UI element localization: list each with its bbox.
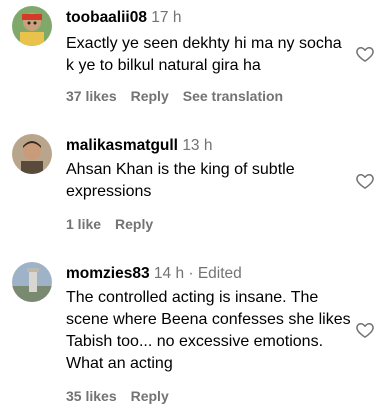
avatar[interactable] bbox=[12, 134, 52, 174]
see-translation-button[interactable]: See translation bbox=[183, 88, 283, 104]
likes-count[interactable]: 1 like bbox=[66, 216, 101, 232]
comment-actions: 37 likes Reply See translation bbox=[66, 87, 297, 105]
heart-outline-icon[interactable] bbox=[355, 44, 375, 64]
comment-time: 13 h bbox=[182, 137, 213, 154]
comment-username[interactable]: momzies83 bbox=[66, 265, 150, 282]
comment-text: Exactly ye seen dekhty hi ma ny socha k … bbox=[66, 35, 342, 74]
reply-button[interactable]: Reply bbox=[115, 216, 153, 232]
avatar[interactable] bbox=[12, 6, 52, 46]
comment-header: toobaalii08 17 h bbox=[66, 8, 181, 28]
comment-time: 17 h bbox=[151, 9, 182, 26]
likes-count[interactable]: 37 likes bbox=[66, 88, 117, 104]
avatar[interactable] bbox=[12, 262, 52, 302]
comment-text: The controlled acting is insane. The sce… bbox=[66, 289, 351, 372]
comment-actions: 35 likes Reply bbox=[66, 387, 183, 405]
comment-username[interactable]: malikasmatgull bbox=[66, 137, 178, 154]
edited-label: · Edited bbox=[188, 265, 242, 282]
heart-outline-icon[interactable] bbox=[355, 171, 375, 191]
likes-count[interactable]: 35 likes bbox=[66, 388, 117, 404]
reply-button[interactable]: Reply bbox=[131, 88, 169, 104]
comment-time: 14 h bbox=[153, 265, 185, 282]
comment-header: malikasmatgull 13 h bbox=[66, 136, 212, 156]
comment-item: momzies83 14 h · Edited The controlled a… bbox=[0, 256, 391, 410]
comment-text: Ahsan Khan is the king of subtle express… bbox=[66, 161, 295, 200]
comment-header: momzies83 14 h · Edited bbox=[66, 264, 242, 284]
comment-username[interactable]: toobaalii08 bbox=[66, 9, 147, 26]
comment-item: malikasmatgull 13 h Ahsan Khan is the ki… bbox=[0, 128, 391, 240]
heart-outline-icon[interactable] bbox=[355, 320, 375, 340]
reply-button[interactable]: Reply bbox=[131, 388, 169, 404]
comment-item: toobaalii08 17 h Exactly ye seen dekhty … bbox=[0, 0, 391, 118]
comment-actions: 1 like Reply bbox=[66, 215, 167, 233]
